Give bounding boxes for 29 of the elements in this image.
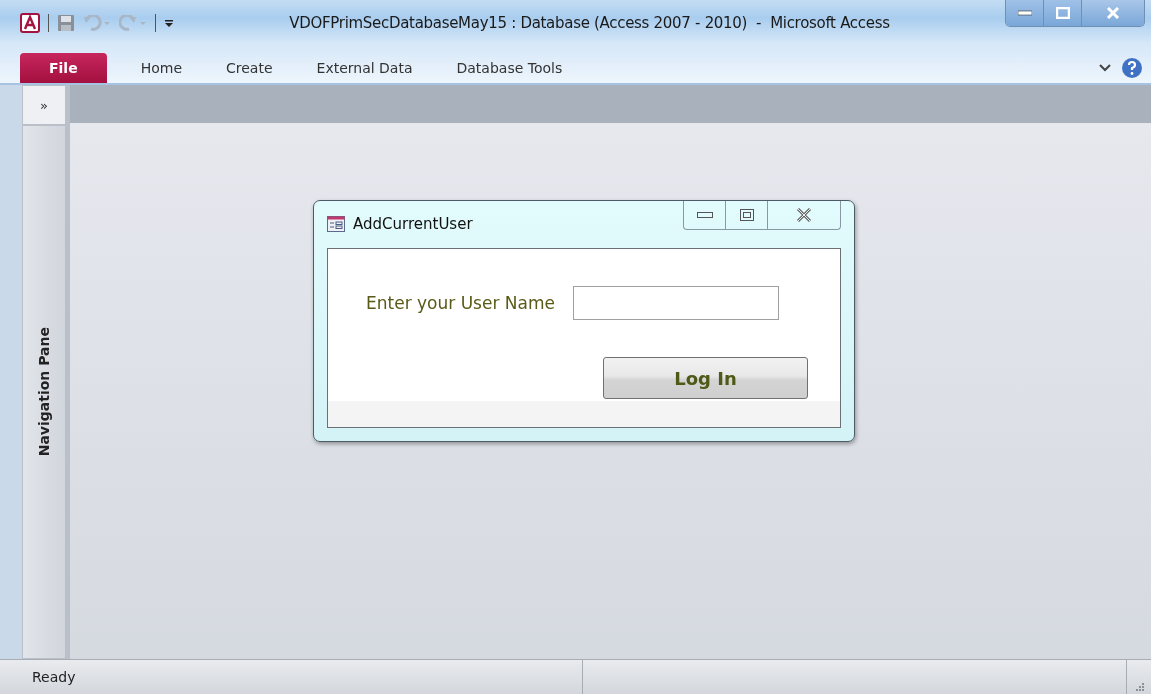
ribbon-tab[interactable]: Home	[118, 53, 204, 83]
ribbon-tab[interactable]: File	[20, 53, 107, 83]
expand-pane-button[interactable]: »	[22, 85, 66, 125]
restore-icon	[739, 209, 754, 221]
close-icon	[1106, 7, 1120, 19]
user-name-field[interactable]	[572, 286, 779, 320]
help-icon[interactable]	[1121, 57, 1143, 79]
minimize-icon	[696, 212, 713, 218]
ribbon-tab[interactable]: Database Tools	[434, 53, 585, 83]
dialog-title: AddCurrentUser	[353, 215, 473, 233]
navigation-pane-label: Navigation Pane	[36, 327, 52, 457]
save-icon[interactable]	[57, 13, 75, 32]
window-title: VDOFPrimSecDatabaseMay15 : Database (Access 2007 - 2010) - Microsoft Access	[288, 13, 891, 32]
minimize-icon	[1017, 10, 1032, 16]
close-button[interactable]	[1082, 0, 1144, 26]
form-icon	[327, 216, 345, 232]
field-label: Enter your User Name	[366, 293, 555, 313]
maximize-button[interactable]	[1044, 0, 1082, 26]
ribbon-tab[interactable]: External Data	[294, 53, 435, 83]
minimize-button[interactable]	[1006, 0, 1044, 26]
resize-grip-icon[interactable]	[1134, 681, 1144, 691]
chevron-down-icon[interactable]	[1099, 63, 1111, 73]
maximize-icon	[1055, 7, 1070, 19]
navigation-pane-bar[interactable]: Navigation Pane	[22, 125, 66, 659]
access-logo-icon[interactable]	[20, 12, 40, 33]
close-icon	[796, 208, 812, 222]
status-text: Ready	[32, 669, 76, 685]
log-in-button[interactable]: Log In	[603, 357, 808, 399]
ribbon-tab[interactable]: Create	[204, 53, 295, 83]
